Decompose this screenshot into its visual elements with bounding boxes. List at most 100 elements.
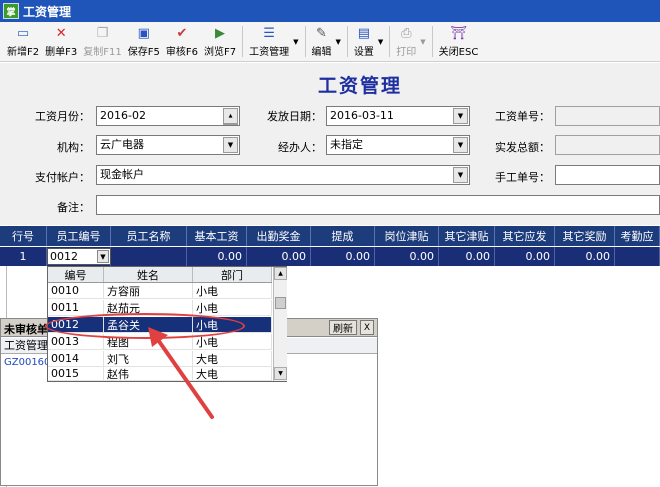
salary-no-field[interactable] <box>555 106 660 126</box>
emp-code-combo[interactable]: 0012 ▼ <box>47 248 111 265</box>
exit-door-icon: ⛩ <box>450 25 467 41</box>
item-name: 方容丽 <box>104 283 193 298</box>
chevron-down-icon[interactable]: ▼ <box>223 137 238 153</box>
attendance-bonus-cell[interactable]: 0.00 <box>247 247 311 266</box>
col-header[interactable]: 员工名称 <box>111 226 187 246</box>
chevron-down-icon[interactable]: ▼ <box>453 137 468 153</box>
account-select[interactable]: 现金帐户 ▼ <box>96 165 470 185</box>
chevron-down-icon: ▼ <box>420 38 426 46</box>
toolbar-separator <box>304 26 306 57</box>
pay-date-picker[interactable]: 2016-03-11 ▼ <box>326 106 470 126</box>
panel-title: 未审核单 <box>4 323 48 336</box>
browse-button-label: 浏览F7 <box>203 47 237 58</box>
pay-date-label: 发放日期： <box>267 110 322 123</box>
manual-no-input[interactable] <box>555 165 660 185</box>
attendance-payable-cell[interactable] <box>615 247 660 266</box>
delete-button[interactable]: ✕ 删单F3 <box>42 22 80 61</box>
col-header[interactable]: 岗位津贴 <box>375 226 439 246</box>
month-spinner[interactable]: 2016-02 ▲▼ <box>96 106 240 126</box>
col-header[interactable]: 行号 <box>0 226 47 246</box>
other-allowance-cell[interactable]: 0.00 <box>439 247 495 266</box>
manual-no-label: 手工单号： <box>495 171 550 184</box>
list-item[interactable]: 0010 方容丽 小电 <box>48 283 272 299</box>
remark-label: 备注： <box>57 201 90 214</box>
total-field <box>555 135 660 155</box>
window-title-bar: 掌 工资管理 <box>0 0 660 22</box>
settings-menu-label: 设置 <box>353 47 374 58</box>
audit-button[interactable]: ✔ 审核F6 <box>163 22 201 61</box>
emp-code-value: 0012 <box>50 250 78 263</box>
toolbar: ▭ 新增F2 ✕ 删单F3 ❐ 复制F11 ▣ 保存F5 ✔ 审核F6 ▶ 浏览… <box>0 22 660 62</box>
post-allowance-cell[interactable]: 0.00 <box>375 247 439 266</box>
dropdown-col-name: 姓名 <box>104 267 193 282</box>
col-header[interactable]: 其它奖励 <box>555 226 615 246</box>
browse-icon: ▶ <box>215 25 226 41</box>
row-number: 1 <box>0 247 47 266</box>
chevron-down-icon: ▼ <box>293 38 299 46</box>
salary-menu-button[interactable]: ☰ 工资管理 ▼ <box>246 22 301 61</box>
dropdown-scrollbar[interactable]: ▲ ▼ <box>273 267 287 381</box>
remark-input[interactable] <box>96 195 660 215</box>
dropdown-header: 编号 姓名 部门 <box>48 267 272 283</box>
col-header[interactable]: 考勤应 <box>615 226 660 246</box>
spin-up-icon[interactable]: ▲ <box>223 108 238 124</box>
save-button-label: 保存F5 <box>127 47 160 58</box>
copy-button[interactable]: ❐ 复制F11 <box>80 22 124 61</box>
delete-button-label: 删单F3 <box>45 47 78 58</box>
chevron-down-icon[interactable]: ▼ <box>453 108 468 124</box>
month-label: 工资月份： <box>35 110 90 123</box>
audit-button-label: 审核F6 <box>165 47 198 58</box>
scroll-down-icon[interactable]: ▼ <box>274 367 287 380</box>
spinner-arrows[interactable]: ▲▼ <box>223 108 238 125</box>
dropdown-col-dept: 部门 <box>193 267 272 282</box>
chevron-down-icon: ▼ <box>335 38 341 46</box>
chevron-down-icon[interactable]: ▼ <box>453 167 468 183</box>
toolbar-separator <box>389 26 391 57</box>
col-header[interactable]: 员工编号 <box>47 226 111 246</box>
item-code: 0011 <box>48 300 104 315</box>
item-dept: 小电 <box>193 300 272 315</box>
spin-down-icon[interactable]: ▼ <box>223 124 238 125</box>
print-menu-button[interactable]: ⎙ 打印 ▼ <box>393 22 428 61</box>
settings-menu-button[interactable]: ▤ 设置 ▼ <box>351 22 386 61</box>
other-reward-cell[interactable]: 0.00 <box>555 247 615 266</box>
item-code: 0014 <box>48 351 104 366</box>
scroll-thumb[interactable] <box>275 297 286 309</box>
col-header[interactable]: 其它应发 <box>495 226 555 246</box>
edit-menu-label: 编辑 <box>311 47 332 58</box>
org-select[interactable]: 云广电器 ▼ <box>96 135 240 155</box>
col-header[interactable]: 提成 <box>311 226 375 246</box>
base-salary-cell[interactable]: 0.00 <box>187 247 247 266</box>
window-title: 工资管理 <box>23 4 72 19</box>
browse-button[interactable]: ▶ 浏览F7 <box>201 22 239 61</box>
close-button-label: 关闭ESC <box>438 47 479 58</box>
chevron-down-icon: ▼ <box>377 38 384 46</box>
refresh-button[interactable]: 刷新 <box>329 320 357 335</box>
app-icon: 掌 <box>3 3 19 19</box>
commission-cell[interactable]: 0.00 <box>311 247 375 266</box>
close-button[interactable]: ⛩ 关闭ESC <box>436 22 482 61</box>
item-code: 0010 <box>48 283 104 298</box>
handler-select[interactable]: 未指定 ▼ <box>326 135 470 155</box>
org-value: 云广电器 <box>100 138 144 151</box>
save-button[interactable]: ▣ 保存F5 <box>125 22 163 61</box>
chevron-down-icon[interactable]: ▼ <box>97 250 109 263</box>
col-header[interactable]: 基本工资 <box>187 226 247 246</box>
annotation-arrow <box>148 327 214 419</box>
close-icon[interactable]: X <box>360 320 374 335</box>
pay-date-value: 2016-03-11 <box>330 109 394 122</box>
edit-menu-button[interactable]: ✎ 编辑 ▼ <box>309 22 344 61</box>
salary-menu-label: 工资管理 <box>249 47 290 58</box>
toolbar-separator <box>431 26 433 57</box>
edit-pencil-icon: ✎ <box>316 25 327 41</box>
other-payable-cell[interactable]: 0.00 <box>495 247 555 266</box>
new-doc-icon: ▭ <box>16 25 30 41</box>
col-header[interactable]: 其它津贴 <box>439 226 495 246</box>
scroll-up-icon[interactable]: ▲ <box>274 267 287 280</box>
col-header[interactable]: 出勤奖金 <box>247 226 311 246</box>
item-code: 0015 <box>48 367 104 380</box>
grid-header: 行号 员工编号 员工名称 基本工资 出勤奖金 提成 岗位津贴 其它津贴 其它应发… <box>0 226 660 246</box>
new-button[interactable]: ▭ 新增F2 <box>4 22 42 61</box>
emp-name-cell[interactable] <box>111 247 187 266</box>
settings-window-icon: ▤ <box>357 25 371 41</box>
